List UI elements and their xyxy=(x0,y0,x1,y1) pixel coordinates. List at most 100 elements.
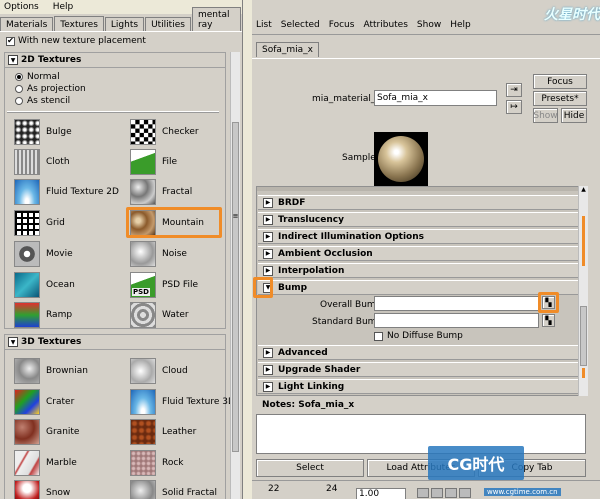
texture-granite[interactable]: Granite xyxy=(6,417,122,446)
attr-scroll-thumb[interactable] xyxy=(580,306,587,366)
left-scroll-thumb[interactable] xyxy=(232,122,239,452)
expand-arrow-icon[interactable]: ▶ xyxy=(263,381,273,392)
noise-thumbnail-icon xyxy=(130,240,156,267)
section-translucency[interactable]: ▶ Translucency xyxy=(258,212,580,227)
expand-arrow-icon[interactable]: ▶ xyxy=(263,214,273,225)
attr-scrollbar[interactable]: ▲ xyxy=(578,186,588,396)
tab-lights[interactable]: Lights xyxy=(104,17,145,32)
texture-movie[interactable]: Movie xyxy=(6,239,122,268)
radio-as-stencil[interactable]: As stencil xyxy=(5,95,225,107)
texture-crater[interactable]: Crater xyxy=(6,387,122,416)
texture-fluid-2d[interactable]: Fluid Texture 2D xyxy=(6,177,122,206)
texture-fluid-3d[interactable]: Fluid Texture 3D xyxy=(122,387,238,416)
radio-as-projection[interactable]: As projection xyxy=(5,83,225,95)
expand-arrow-icon[interactable]: ▶ xyxy=(263,265,273,276)
current-time-field[interactable]: 1.00 xyxy=(356,488,406,499)
expand-arrow-icon[interactable]: ▶ xyxy=(263,248,273,259)
texture-marble-label: Marble xyxy=(46,457,77,468)
section-interpolation[interactable]: ▶ Interpolation xyxy=(258,263,580,278)
standard-bump-field[interactable] xyxy=(374,313,539,328)
menu-focus[interactable]: Focus xyxy=(329,20,355,30)
section-advanced[interactable]: ▶ Advanced xyxy=(258,345,580,360)
ocean-thumbnail-icon xyxy=(14,271,40,298)
expand-arrow-icon[interactable]: ▶ xyxy=(263,364,273,375)
menu-help[interactable]: Help xyxy=(450,20,471,30)
expand-arrow-icon[interactable]: ▶ xyxy=(263,347,273,358)
collapse-arrow-icon[interactable]: ▼ xyxy=(8,55,18,65)
collapse-arrow-icon[interactable]: ▼ xyxy=(8,337,18,347)
grid-thumbnail-icon xyxy=(14,209,40,236)
scroll-up-icon[interactable]: ▲ xyxy=(580,186,587,194)
section-ambient-occlusion[interactable]: ▶ Ambient Occlusion xyxy=(258,246,580,261)
map-button-highlight xyxy=(538,292,559,313)
select-button[interactable]: Select xyxy=(256,459,364,477)
texture-leather[interactable]: Leather xyxy=(122,417,238,446)
texture-ocean[interactable]: Ocean xyxy=(6,270,122,299)
tab-textures[interactable]: Textures xyxy=(54,16,104,32)
texture-checker-label: Checker xyxy=(162,126,199,137)
overall-bump-field[interactable] xyxy=(374,296,539,311)
texture-snow[interactable]: Snow xyxy=(6,478,122,499)
output-connection-icon[interactable]: ↦ xyxy=(506,100,522,114)
playback-button-icon[interactable] xyxy=(445,488,457,498)
tab-utilities[interactable]: Utilities xyxy=(145,17,191,32)
texture-noise[interactable]: Noise xyxy=(122,239,238,268)
tab-materials[interactable]: Materials xyxy=(0,17,54,32)
texture-psd-file[interactable]: PSD PSD File xyxy=(122,270,238,299)
input-connection-icon[interactable]: ⇥ xyxy=(506,83,522,97)
section-brdf[interactable]: ▶ BRDF xyxy=(258,195,580,210)
texture-rock[interactable]: Rock xyxy=(122,448,238,477)
left-scrollbar[interactable]: ≡ xyxy=(230,52,240,499)
notes-textarea[interactable] xyxy=(256,414,586,454)
menu-options[interactable]: Options xyxy=(4,2,39,12)
radio-dot-icon[interactable] xyxy=(15,73,23,81)
radio-normal[interactable]: Normal xyxy=(5,71,225,83)
radio-dot-icon[interactable] xyxy=(15,85,23,93)
new-texture-placement-option[interactable]: With new texture placement xyxy=(6,36,146,46)
expand-arrow-icon[interactable]: ▶ xyxy=(263,231,273,242)
bulge-thumbnail-icon xyxy=(14,118,40,145)
tab-sofa-mia-x[interactable]: Sofa_mia_x xyxy=(256,42,320,57)
no-diffuse-bump-checkbox[interactable] xyxy=(374,331,383,341)
tab-mental-ray[interactable]: mental ray xyxy=(191,7,241,32)
texture-solid-fractal[interactable]: Solid Fractal xyxy=(122,478,238,499)
texture-fractal[interactable]: Fractal xyxy=(122,177,238,206)
no-diffuse-bump-option[interactable]: No Diffuse Bump xyxy=(374,331,463,341)
section-light-linking[interactable]: ▶ Light Linking xyxy=(258,379,580,394)
expand-arrow-icon[interactable]: ▶ xyxy=(263,197,273,208)
menu-show[interactable]: Show xyxy=(417,20,441,30)
section-bump[interactable]: ▼ Bump xyxy=(258,280,580,295)
menu-selected[interactable]: Selected xyxy=(281,20,320,30)
texture-grid[interactable]: Grid xyxy=(6,208,122,237)
new-texture-placement-checkbox[interactable] xyxy=(6,36,15,46)
menu-attributes[interactable]: Attributes xyxy=(363,20,407,30)
texture-marble[interactable]: Marble xyxy=(6,448,122,477)
playback-button-icon[interactable] xyxy=(417,488,429,498)
menu-list[interactable]: List xyxy=(256,20,272,30)
texture-cloud[interactable]: Cloud xyxy=(122,356,238,385)
texture-file-label: File xyxy=(162,156,178,167)
menu-help[interactable]: Help xyxy=(53,2,74,12)
texture-ramp[interactable]: Ramp xyxy=(6,300,122,329)
texture-cloth[interactable]: Cloth xyxy=(6,147,122,176)
texture-water[interactable]: Water xyxy=(122,300,238,329)
section-3d-textures[interactable]: ▼ 3D Textures xyxy=(5,335,225,350)
hide-button[interactable]: Hide xyxy=(561,108,587,123)
splitter[interactable] xyxy=(243,0,252,499)
playback-button-icon[interactable] xyxy=(459,488,471,498)
section-indirect-illumination[interactable]: ▶ Indirect Illumination Options xyxy=(258,229,580,244)
texture-brownian[interactable]: Brownian xyxy=(6,356,122,385)
material-name-field[interactable]: Sofa_mia_x xyxy=(374,90,497,106)
texture-bulge[interactable]: Bulge xyxy=(6,117,122,146)
focus-button[interactable]: Focus xyxy=(533,74,587,89)
section-upgrade-shader[interactable]: ▶ Upgrade Shader xyxy=(258,362,580,377)
show-button[interactable]: Show xyxy=(533,108,558,123)
radio-dot-icon[interactable] xyxy=(15,97,23,105)
texture-file[interactable]: File xyxy=(122,147,238,176)
section-2d-textures[interactable]: ▼ 2D Textures xyxy=(5,53,225,68)
playback-button-icon[interactable] xyxy=(431,488,443,498)
texture-checker[interactable]: Checker xyxy=(122,117,238,146)
presets-button[interactable]: Presets* xyxy=(533,91,587,106)
standard-bump-map-icon[interactable]: ▚ xyxy=(542,314,555,327)
file-thumbnail-icon xyxy=(130,148,156,175)
